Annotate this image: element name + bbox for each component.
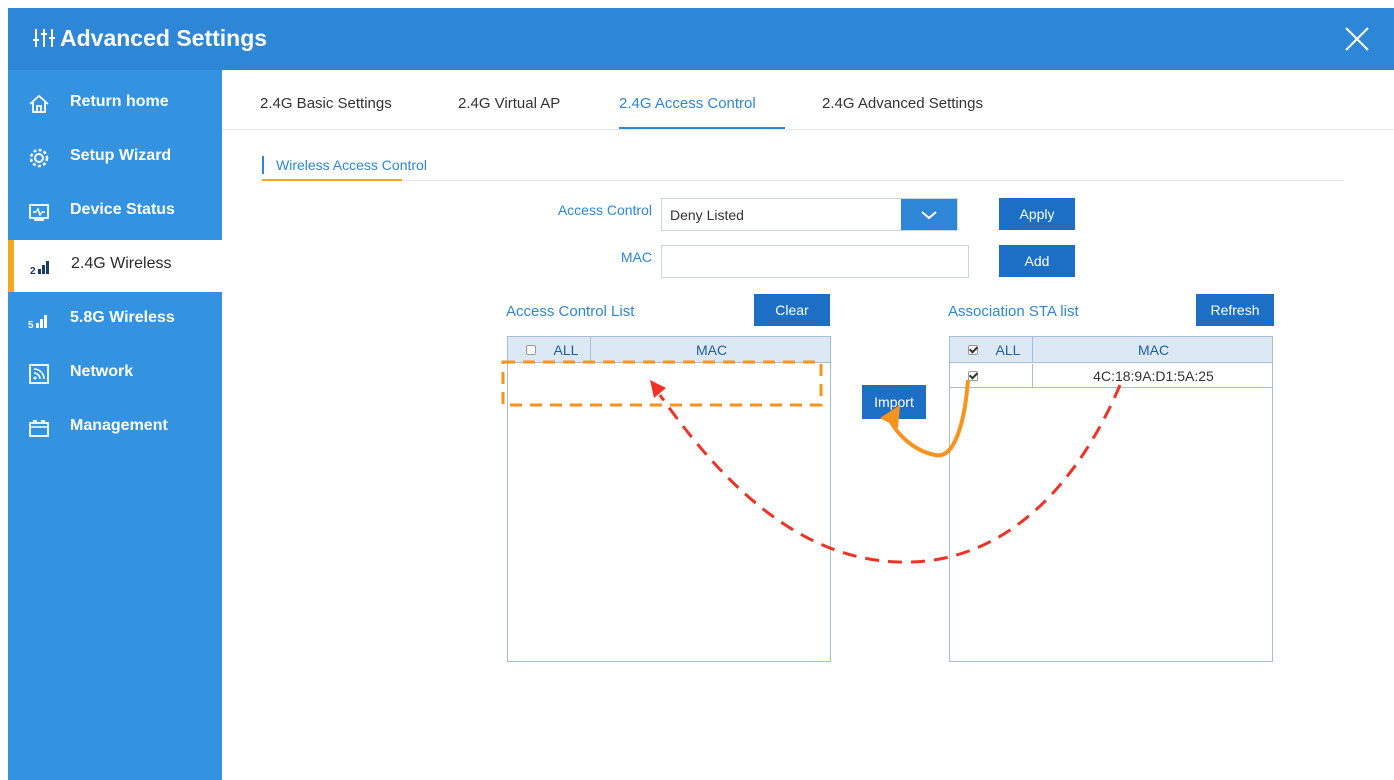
sidebar: Return home Setup Wizard Device Status 2: [8, 70, 222, 780]
home-icon: [29, 94, 49, 113]
title-bar: Advanced Settings: [8, 8, 1394, 70]
sidebar-item-2-4g-wireless[interactable]: 2 2.4G Wireless: [8, 240, 222, 292]
gear-icon: [29, 148, 49, 168]
main-content: 2.4G Basic Settings 2.4G Virtual AP 2.4G…: [222, 70, 1394, 780]
mac-input[interactable]: [661, 245, 969, 278]
clear-button[interactable]: Clear: [754, 294, 830, 326]
tab-basic-settings[interactable]: 2.4G Basic Settings: [260, 95, 392, 112]
row-mac: 4C:18:9A:D1:5A:25: [1093, 368, 1214, 384]
sidebar-item-label: 2.4G Wireless: [71, 255, 172, 272]
sidebar-item-label: Management: [70, 417, 168, 434]
sidebar-item-network[interactable]: Network: [8, 348, 222, 400]
sidebar-item-device-status[interactable]: Device Status: [8, 186, 222, 238]
sidebar-item-label: Network: [70, 363, 134, 380]
access-control-value: Deny Listed: [670, 207, 744, 223]
signal-2g-icon: 2: [30, 261, 49, 277]
section-title: Wireless Access Control: [262, 156, 427, 174]
signal-5g-icon: 5: [28, 315, 47, 331]
acl-select-all-checkbox[interactable]: [526, 345, 536, 355]
sidebar-item-return-home[interactable]: Return home: [8, 78, 222, 130]
access-control-label: Access Control: [557, 202, 652, 218]
mac-label: MAC: [620, 249, 652, 265]
access-control-list-table: ALL MAC: [507, 336, 831, 662]
access-control-select[interactable]: Deny Listed: [661, 198, 958, 231]
chevron-down-icon: [921, 211, 937, 220]
tab-virtual-ap[interactable]: 2.4G Virtual AP: [458, 95, 560, 112]
add-button[interactable]: Add: [999, 245, 1075, 277]
sidebar-item-management[interactable]: Management: [8, 402, 222, 454]
monitor-icon: [29, 204, 49, 221]
tab-access-control[interactable]: 2.4G Access Control: [619, 95, 756, 112]
tab-advanced-settings[interactable]: 2.4G Advanced Settings: [822, 95, 983, 112]
svg-text:2: 2: [30, 266, 36, 277]
sliders-icon: [33, 29, 55, 47]
row-checkbox[interactable]: [968, 371, 978, 381]
svg-text:5: 5: [28, 320, 34, 331]
management-icon: [29, 420, 49, 437]
tab-bar: 2.4G Basic Settings 2.4G Virtual AP 2.4G…: [222, 70, 1394, 130]
apply-button[interactable]: Apply: [999, 198, 1075, 230]
table-header: ALL MAC: [950, 337, 1272, 363]
sidebar-item-label: Setup Wizard: [70, 147, 172, 164]
table-row[interactable]: 4C:18:9A:D1:5A:25: [950, 364, 1272, 388]
sidebar-item-setup-wizard[interactable]: Setup Wizard: [8, 132, 222, 184]
import-button[interactable]: Import: [862, 385, 926, 419]
dropdown-toggle[interactable]: [901, 199, 957, 230]
access-control-list-title: Access Control List: [506, 303, 635, 320]
active-tab-indicator: [619, 127, 785, 129]
column-header-mac: MAC: [1137, 342, 1170, 358]
sta-select-all-checkbox[interactable]: [968, 345, 978, 355]
section-divider-accent: [262, 179, 402, 181]
column-header-all: ALL: [995, 342, 1021, 358]
column-header-mac: MAC: [695, 342, 728, 358]
sidebar-item-label: Device Status: [70, 201, 175, 218]
window-title: Advanced Settings: [60, 25, 268, 51]
network-icon: [29, 364, 49, 384]
sidebar-item-label: 5.8G Wireless: [70, 309, 175, 326]
sidebar-item-5-8g-wireless[interactable]: 5 5.8G Wireless: [8, 294, 222, 346]
association-sta-list-title: Association STA list: [948, 303, 1079, 320]
table-header: ALL MAC: [508, 337, 830, 363]
refresh-button[interactable]: Refresh: [1196, 294, 1274, 326]
section-divider: [262, 180, 1344, 181]
close-icon[interactable]: [1342, 24, 1372, 54]
association-sta-list-table: ALL MAC 4C:18:9A:D1:5A:25: [949, 336, 1273, 662]
advanced-settings-window: Advanced Settings Return home Setup Wiza…: [8, 8, 1394, 780]
sidebar-item-label: Return home: [70, 93, 169, 110]
column-header-all: ALL: [553, 342, 579, 358]
